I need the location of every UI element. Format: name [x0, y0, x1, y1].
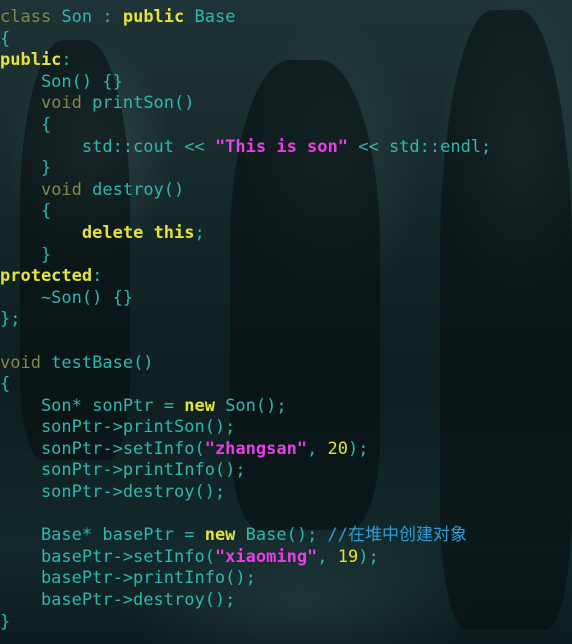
type-token: class	[0, 7, 52, 27]
code-token: Base	[184, 7, 236, 27]
punctuation-token: }	[0, 158, 52, 179]
punctuation-token: }	[0, 244, 52, 265]
number-literal: 19	[337, 546, 359, 567]
keyword-token: delete	[81, 222, 144, 243]
punctuation-token: {	[0, 28, 11, 49]
code-token: printSon()	[81, 93, 195, 114]
code-token: );	[358, 546, 379, 567]
code-line: delete this;	[0, 223, 491, 245]
code-line: public:	[0, 50, 491, 72]
code-token: sonPtr->printSon();	[0, 417, 236, 438]
code-line: void testBase()	[0, 353, 491, 375]
code-line: }	[0, 612, 491, 634]
punctuation-token: {	[0, 374, 11, 395]
code-token: sonPtr->destroy();	[0, 482, 226, 503]
string-literal: "zhangsan"	[204, 438, 308, 459]
code-line: void destroy()	[0, 180, 491, 202]
code-token: ,	[307, 438, 328, 459]
code-line: class Son : public Base	[0, 7, 491, 29]
keyword-token: public	[122, 7, 185, 27]
keyword-token: protected	[0, 266, 93, 287]
punctuation-token: :	[61, 50, 72, 71]
code-line: basePtr->setInfo("xiaoming", 19);	[0, 547, 491, 569]
code-token: basePtr->printInfo();	[0, 568, 256, 589]
string-literal: "xiaoming"	[214, 546, 318, 567]
code-line: {	[0, 29, 491, 51]
code-comment: //在堆中创建对象	[327, 525, 468, 546]
code-line: sonPtr->destroy();	[0, 482, 491, 504]
string-literal: "This is son"	[214, 136, 348, 157]
code-token: ~Son() {}	[0, 287, 134, 308]
code-token: ,	[317, 546, 338, 567]
keyword-token: public	[0, 50, 62, 71]
code-line: {	[0, 374, 491, 396]
code-token: << std::endl;	[348, 136, 492, 157]
code-block[interactable]: class Son : public Base{public: Son() {}…	[0, 7, 491, 633]
code-line: {	[0, 115, 491, 137]
code-token: testBase()	[40, 352, 154, 373]
type-token: void	[0, 352, 41, 373]
code-token: std::cout <<	[0, 136, 215, 157]
code-token: basePtr->setInfo(	[0, 546, 215, 567]
code-token: Base* basePtr =	[0, 525, 205, 546]
punctuation-token: {	[0, 201, 52, 222]
code-line: }	[0, 158, 491, 180]
code-token: sonPtr->printInfo();	[0, 460, 246, 481]
code-line: sonPtr->printInfo();	[0, 460, 491, 482]
number-literal: 20	[327, 438, 349, 459]
keyword-token: new	[184, 395, 215, 416]
code-line: Son() {}	[0, 72, 491, 94]
code-token: Son* sonPtr =	[0, 395, 185, 416]
code-token: Son() {}	[0, 71, 123, 92]
code-editor[interactable]: class Son : public Base{public: Son() {}…	[0, 0, 572, 644]
code-line: sonPtr->setInfo("zhangsan", 20);	[0, 439, 491, 461]
punctuation-token: };	[0, 309, 21, 330]
code-line: ~Son() {}	[0, 288, 491, 310]
code-token: basePtr->destroy();	[0, 590, 236, 611]
code-line: std::cout << "This is son" << std::endl;	[0, 137, 491, 159]
punctuation-token: {	[0, 114, 52, 135]
code-line: {	[0, 201, 491, 223]
code-line: sonPtr->printSon();	[0, 417, 491, 439]
code-token: Son();	[214, 395, 287, 416]
punctuation-token: :	[92, 266, 103, 287]
code-line: Base* basePtr = new Base(); //在堆中创建对象	[0, 525, 491, 547]
code-token: ;	[194, 222, 205, 243]
code-line: basePtr->printInfo();	[0, 568, 491, 590]
code-line: Son* sonPtr = new Son();	[0, 396, 491, 418]
keyword-token: new	[204, 525, 236, 546]
type-token: void	[40, 179, 82, 200]
keyword-token: this	[153, 222, 195, 243]
code-token: );	[348, 438, 369, 459]
code-line: }	[0, 245, 491, 267]
code-line: };	[0, 309, 491, 331]
type-token: void	[40, 93, 82, 114]
code-line: void printSon()	[0, 93, 491, 115]
punctuation-token: }	[0, 611, 11, 632]
code-token: Base();	[235, 525, 328, 546]
code-token: sonPtr->setInfo(	[0, 438, 205, 459]
code-token: Son :	[51, 7, 123, 27]
code-token: destroy()	[81, 179, 185, 200]
code-line: basePtr->destroy();	[0, 590, 491, 612]
code-line: protected:	[0, 266, 491, 288]
